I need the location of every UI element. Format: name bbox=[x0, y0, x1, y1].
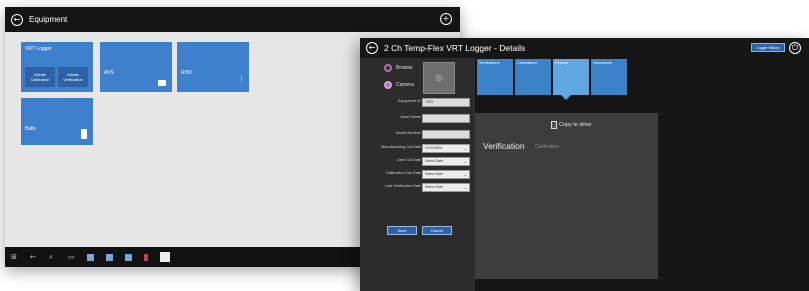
manufacturing-cal-date-picker[interactable]: 01/01/0001 ⌄ bbox=[422, 144, 470, 153]
screenshot-stage: ← Equipment + VRT Logger Initiate Calibr… bbox=[0, 0, 809, 291]
browse-radio[interactable] bbox=[384, 64, 392, 72]
device-icon bbox=[81, 129, 87, 139]
model-number-row: Model Number bbox=[360, 130, 475, 139]
app-icon[interactable] bbox=[144, 253, 148, 261]
logger-history-button[interactable]: Logger History bbox=[751, 43, 785, 52]
copy-to-drive-label: Copy to drive bbox=[559, 122, 592, 128]
task-view-icon[interactable]: ▭ bbox=[68, 253, 75, 261]
selected-tab-indicator bbox=[561, 95, 571, 100]
verification-heading[interactable]: Verification bbox=[483, 141, 525, 151]
add-photo-icon[interactable]: ⊕ bbox=[423, 62, 455, 94]
camera-radio[interactable] bbox=[384, 81, 392, 89]
more-icon bbox=[241, 76, 243, 82]
chevron-down-icon: ⌄ bbox=[463, 146, 467, 151]
field-label: Last Verification Date bbox=[385, 184, 421, 188]
calibration-due-date-picker[interactable]: Select Date ⌄ bbox=[422, 170, 470, 179]
back-arrow-icon[interactable]: ← bbox=[366, 42, 378, 54]
calibration-due-date-row: Calibration Due Date Select Date ⌄ bbox=[360, 170, 475, 179]
asset-name-row: Asset Name bbox=[360, 114, 475, 123]
chevron-down-icon: ⌄ bbox=[463, 172, 467, 177]
power-icon[interactable]: ⏻ bbox=[789, 42, 801, 54]
calibration-heading[interactable]: Calibration bbox=[535, 144, 559, 150]
tab-documents[interactable]: Documents bbox=[591, 59, 627, 95]
date-value: 01/01/0001 bbox=[425, 146, 443, 150]
asset-name-field[interactable] bbox=[422, 114, 470, 123]
equipment-titlebar: ← Equipment + bbox=[5, 7, 460, 32]
reports-content-panel: Copy to drive Verification Calibration bbox=[475, 113, 658, 279]
date-value: Select Date bbox=[425, 172, 444, 176]
initiate-calibration-button[interactable]: Initiate Calibration bbox=[25, 67, 55, 87]
copy-to-drive-button[interactable]: Copy to drive bbox=[551, 121, 591, 129]
tile-label: RHD bbox=[181, 70, 192, 76]
tile-vrt-logger[interactable]: VRT Logger Initiate Calibration Initiate… bbox=[21, 42, 93, 92]
tile-label: VRT Logger bbox=[25, 46, 52, 52]
tile-rhd[interactable]: RHD bbox=[177, 42, 249, 92]
app-icon[interactable] bbox=[125, 253, 132, 261]
manufacturing-cal-date-row: Manufacturing Cal Date 01/01/0001 ⌄ bbox=[360, 144, 475, 153]
app-icon[interactable] bbox=[160, 252, 170, 262]
tile-avs[interactable]: AVS bbox=[100, 42, 172, 92]
user-cal-date-row: User Cal Date Select Date ⌄ bbox=[360, 157, 475, 166]
chevron-down-icon: ⌄ bbox=[463, 185, 467, 190]
tile-label: Balls bbox=[25, 126, 36, 132]
cancel-button[interactable]: Cancel bbox=[422, 226, 452, 235]
chevron-down-icon: ⌄ bbox=[463, 159, 467, 164]
add-icon[interactable]: + bbox=[440, 13, 452, 25]
last-verification-date-row: Last Verification Date Select Date ⌄ bbox=[360, 183, 475, 192]
field-label: Model Number bbox=[396, 131, 421, 135]
camera-option[interactable]: Camera bbox=[384, 81, 414, 89]
app-icon[interactable] bbox=[106, 253, 113, 261]
back-icon[interactable]: ← bbox=[30, 253, 37, 261]
date-value: Select Date bbox=[425, 159, 444, 163]
tile-label: AVS bbox=[104, 70, 114, 76]
search-icon[interactable]: ⌕ bbox=[49, 253, 56, 261]
tab-reports[interactable]: Reports bbox=[553, 59, 589, 95]
model-number-field[interactable] bbox=[422, 130, 470, 139]
equipment-title: Equipment bbox=[29, 15, 68, 24]
equipment-id-field[interactable]: 7923 bbox=[422, 98, 470, 107]
equipment-id-row: Equipment ID 7923 bbox=[360, 98, 475, 107]
browse-option[interactable]: Browse bbox=[384, 64, 413, 72]
initiate-verification-button[interactable]: Initiate Verification bbox=[58, 67, 88, 87]
tab-calibrations[interactable]: Calibrations bbox=[515, 59, 551, 95]
details-title: 2 Ch Temp-Flex VRT Logger - Details bbox=[384, 43, 526, 53]
last-verification-date-picker[interactable]: Select Date ⌄ bbox=[422, 183, 470, 192]
save-button[interactable]: Save bbox=[387, 226, 417, 235]
field-label: User Cal Date bbox=[397, 158, 421, 162]
date-value: Select Date bbox=[425, 185, 444, 189]
document-icon bbox=[551, 121, 557, 129]
windows-start-icon[interactable]: ⊞ bbox=[11, 253, 18, 261]
back-arrow-icon[interactable]: ← bbox=[11, 13, 23, 26]
camera-label: Camera bbox=[396, 82, 414, 88]
details-titlebar: ← 2 Ch Temp-Flex VRT Logger - Details bbox=[360, 38, 809, 58]
browse-label: Browse bbox=[396, 65, 413, 71]
tile-balls[interactable]: Balls bbox=[21, 98, 93, 145]
camera-icon bbox=[158, 80, 166, 86]
field-label: Manufacturing Cal Date bbox=[381, 145, 421, 149]
field-label: Equipment ID bbox=[397, 99, 421, 103]
tab-verifications[interactable]: Verifications bbox=[477, 59, 513, 95]
field-label: Calibration Due Date bbox=[385, 171, 421, 175]
app-icon[interactable] bbox=[87, 253, 94, 261]
details-window: ← 2 Ch Temp-Flex VRT Logger - Details Lo… bbox=[360, 38, 809, 291]
field-label: Asset Name bbox=[400, 115, 421, 119]
user-cal-date-picker[interactable]: Select Date ⌄ bbox=[422, 157, 470, 166]
details-form-panel: Browse Camera ⊕ Equipment ID 7923 Asset … bbox=[360, 58, 475, 291]
